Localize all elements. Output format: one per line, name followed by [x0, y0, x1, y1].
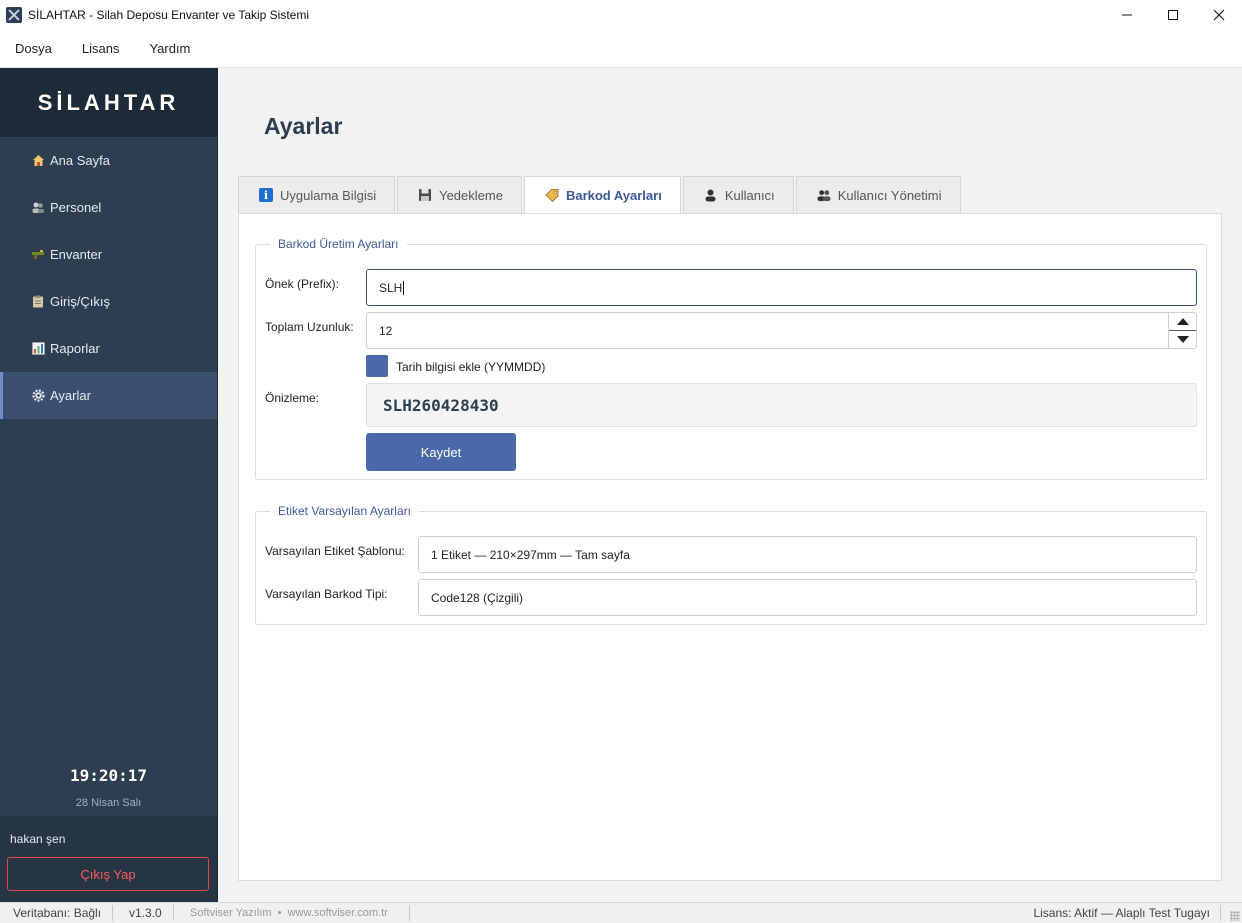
sidebar-item-envanter[interactable]: Envanter — [0, 231, 217, 278]
status-separator — [409, 905, 410, 921]
status-separator — [1220, 905, 1221, 921]
group-title: Barkod Üretim Ayarları — [270, 237, 407, 251]
tab-label: Yedekleme — [439, 187, 503, 203]
people-icon — [31, 201, 45, 215]
save-button[interactable]: Kaydet — [366, 433, 516, 471]
page-title: Ayarlar — [264, 113, 343, 139]
gear-icon — [31, 389, 45, 403]
floppy-icon — [418, 188, 432, 202]
status-separator — [112, 905, 113, 921]
menu-bar: Dosya Lisans Yardım — [0, 30, 1242, 68]
prefix-input-value: SLH — [379, 280, 403, 295]
window-controls — [1104, 0, 1242, 30]
prefix-label: Önek (Prefix): — [265, 277, 340, 291]
tab-barkod-ayarlari[interactable]: Barkod Ayarları — [523, 176, 681, 213]
barcode-generation-group: Barkod Üretim Ayarları Önek (Prefix): SL… — [255, 237, 1207, 480]
db-status: Veritabanı: Bağlı — [13, 906, 102, 920]
minimize-icon — [1122, 14, 1132, 16]
barcode-type-value: Code128 (Çizgili) — [431, 590, 524, 605]
label-template-value: 1 Etiket — 210×297mm — Tam sayfa — [431, 547, 630, 562]
barcode-preview: SLH260428430 — [366, 383, 1197, 427]
text-caret — [403, 280, 405, 295]
sidebar-item-label: Giriş/Çıkış — [50, 294, 110, 309]
tab-yedekleme[interactable]: Yedekleme — [397, 176, 522, 213]
label-template-select[interactable]: 1 Etiket — 210×297mm — Tam sayfa — [418, 536, 1197, 573]
sidebar-item-giris-cikis[interactable]: Giriş/Çıkış — [0, 278, 217, 325]
sidebar-item-label: Ayarlar — [50, 388, 91, 403]
current-user-name: hakan şen — [10, 832, 66, 846]
tab-kullanici-yonetimi[interactable]: Kullanıcı Yönetimi — [795, 176, 961, 213]
group-title: Etiket Varsayılan Ayarları — [270, 504, 419, 518]
spin-down-button[interactable] — [1169, 331, 1196, 349]
user-icon — [704, 188, 718, 202]
prefix-input[interactable]: SLH — [366, 269, 1197, 306]
user-area: hakan şen Çıkış Yap — [0, 816, 217, 902]
length-spinbox-value: 12 — [379, 323, 393, 338]
date-info-checkbox-label[interactable]: Tarih bilgisi ekle (YYMMDD) — [396, 360, 545, 374]
maximize-button[interactable] — [1150, 0, 1196, 30]
spin-up-button[interactable] — [1169, 313, 1196, 331]
menu-yardim[interactable]: Yardım — [134, 41, 205, 56]
status-bar: Veritabanı: Bağlı v1.3.0 Softviser Yazıl… — [0, 902, 1242, 923]
home-icon — [31, 154, 45, 168]
date-info-checkbox[interactable] — [366, 355, 388, 377]
spinbox-buttons — [1168, 313, 1196, 348]
tag-icon — [545, 188, 559, 202]
logout-button[interactable]: Çıkış Yap — [7, 857, 209, 891]
preview-label: Önizleme: — [265, 391, 320, 405]
menu-dosya[interactable]: Dosya — [0, 41, 67, 56]
sidebar-item-raporlar[interactable]: Raporlar — [0, 325, 217, 372]
title-bar: SİLAHTAR - Silah Deposu Envanter ve Taki… — [0, 0, 1242, 30]
menu-lisans[interactable]: Lisans — [67, 41, 135, 56]
sidebar-item-label: Envanter — [50, 247, 103, 262]
close-icon — [1213, 9, 1225, 21]
chart-icon — [31, 342, 45, 356]
tab-label: Uygulama Bilgisi — [280, 187, 377, 203]
arrow-down-icon — [1176, 335, 1189, 343]
tab-kullanici[interactable]: Kullanıcı — [682, 176, 794, 213]
company-info: Softviser Yazılım • www.softviser.com.tr — [190, 907, 388, 919]
main-content: Ayarlar i Uygulama Bilgisi Yedekleme Bar… — [218, 68, 1242, 902]
app-version: v1.3.0 — [129, 906, 162, 920]
sidebar-item-label: Ana Sayfa — [50, 153, 110, 168]
label-template-label: Varsayılan Etiket Şablonu: — [265, 544, 405, 558]
close-button[interactable] — [1196, 0, 1242, 30]
clipboard-icon — [31, 295, 45, 309]
length-label: Toplam Uzunluk: — [265, 320, 354, 334]
sidebar-item-ana-sayfa[interactable]: Ana Sayfa — [0, 137, 217, 184]
weapon-icon — [31, 248, 45, 262]
status-separator — [173, 905, 174, 921]
length-spinbox[interactable]: 12 — [366, 312, 1197, 349]
maximize-icon — [1168, 10, 1178, 20]
tab-label: Barkod Ayarları — [565, 187, 662, 203]
tab-label: Kullanıcı Yönetimi — [837, 187, 942, 203]
tab-uygulama-bilgisi[interactable]: i Uygulama Bilgisi — [238, 176, 396, 213]
tab-label: Kullanıcı — [724, 187, 775, 203]
app-logo-icon — [6, 7, 22, 23]
sidebar-brand: SİLAHTAR — [0, 68, 217, 137]
resize-grip[interactable] — [1230, 911, 1240, 921]
sidebar-date: 28 Nisan Salı — [75, 797, 142, 809]
barcode-type-select[interactable]: Code128 (Çizgili) — [418, 579, 1197, 616]
window-title: SİLAHTAR - Silah Deposu Envanter ve Taki… — [28, 8, 310, 22]
minimize-button[interactable] — [1104, 0, 1150, 30]
sidebar-item-personel[interactable]: Personel — [0, 184, 217, 231]
sidebar-item-ayarlar[interactable]: Ayarlar — [0, 372, 217, 419]
settings-tabs: i Uygulama Bilgisi Yedekleme Barkod Ayar… — [238, 176, 963, 213]
sidebar-item-label: Raporlar — [50, 341, 100, 356]
sidebar: SİLAHTAR Ana Sayfa Personel Envanter Gir… — [0, 68, 218, 902]
arrow-up-icon — [1176, 317, 1189, 325]
info-icon: i — [259, 188, 273, 202]
barcode-settings-panel: Barkod Üretim Ayarları Önek (Prefix): SL… — [238, 213, 1222, 881]
license-status: Lisans: Aktif — Alaplı Test Tugayı — [1033, 906, 1210, 920]
users-icon — [817, 188, 831, 202]
label-defaults-group: Etiket Varsayılan Ayarları Varsayılan Et… — [255, 504, 1207, 625]
sidebar-clock: 19:20:17 — [69, 766, 148, 785]
sidebar-item-label: Personel — [50, 200, 102, 215]
barcode-type-label: Varsayılan Barkod Tipi: — [265, 587, 388, 601]
